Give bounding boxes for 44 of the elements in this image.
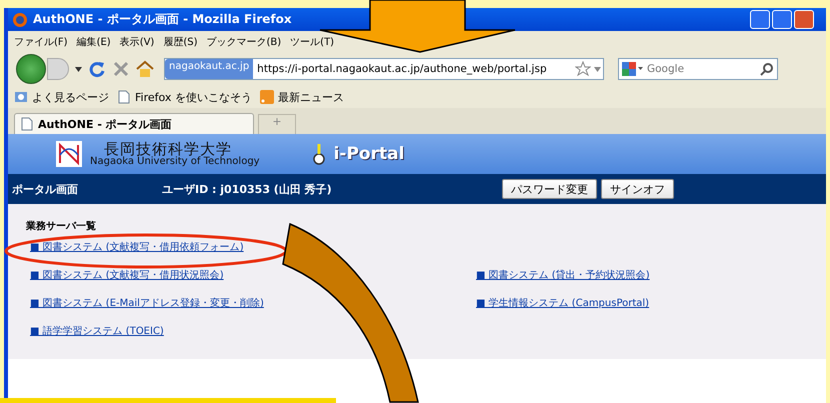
menu-item[interactable]: ファイル(F)	[14, 34, 68, 48]
url-text: https://i-portal.nagaokaut.ac.jp/authone_web/portal.jsp	[256, 63, 548, 75]
key-icon	[312, 142, 326, 166]
university-name-english: Nagaoka University of Technology	[90, 156, 260, 166]
sign-off-button[interactable]: サインオフ	[601, 179, 674, 199]
reload-icon[interactable]	[88, 60, 106, 78]
university-name: 長岡技術科学大学	[104, 142, 232, 156]
bookmark-item[interactable]: 最新ニュース	[260, 90, 344, 104]
page-icon	[117, 90, 131, 104]
back-button[interactable]	[16, 54, 46, 84]
browser-tab[interactable]: AuthONE - ポータル画面	[14, 113, 254, 134]
bookmark-item[interactable]: よく見るページ	[14, 90, 109, 104]
menu-item[interactable]: ツール(T)	[290, 34, 334, 48]
close-button[interactable]	[794, 10, 814, 29]
star-icon[interactable]	[575, 61, 591, 77]
menu-item[interactable]: 編集(E)	[76, 34, 111, 48]
system-link[interactable]: ■ 図書システム (文献複写・借用状況照会)	[30, 270, 224, 281]
page-icon	[21, 117, 33, 131]
section-heading: 業務サーバ一覧	[26, 220, 97, 233]
window-title: AuthONE - ポータル画面 - Mozilla Firefox	[33, 11, 293, 28]
menu-item[interactable]: 履歴(S)	[163, 34, 198, 48]
system-link[interactable]: ■ 図書システム (文献複写・借用依頼フォーム)	[30, 242, 244, 253]
home-icon[interactable]	[136, 60, 154, 78]
user-id-text: ユーザID : j010353 (山田 秀子)	[162, 182, 333, 196]
search-engine-icon[interactable]	[621, 61, 643, 77]
firefox-icon	[12, 12, 28, 28]
menu-item[interactable]: 表示(V)	[120, 34, 154, 48]
system-link[interactable]: ■ 図書システム (E-Mailアドレス登録・変更・削除)	[30, 298, 264, 309]
portal-title: i-Portal	[334, 144, 404, 164]
dropdown-arrow-icon[interactable]	[75, 66, 82, 72]
address-bar[interactable]: nagaokaut.ac.jp https://i-portal.nagaokaut.ac.jp/authone_web/portal.jsp	[164, 58, 604, 80]
stop-icon[interactable]	[112, 60, 130, 78]
search-field[interactable]: Google	[618, 58, 778, 80]
system-link[interactable]: ■ 学生情報システム (CampusPortal)	[476, 298, 650, 309]
university-logo-icon	[56, 141, 82, 167]
page-title: ポータル画面	[12, 182, 79, 196]
feed-icon	[260, 90, 274, 104]
menu-item[interactable]: ブックマーク(B)	[206, 34, 282, 48]
change-password-button[interactable]: パスワード変更	[502, 179, 597, 199]
system-link[interactable]: ■ 語学学習システム (TOEIC)	[30, 326, 164, 337]
system-link[interactable]: ■ 図書システム (貸出・予約状況照会)	[476, 270, 650, 281]
maximize-button[interactable]	[772, 10, 792, 29]
minimize-button[interactable]	[750, 10, 770, 29]
bookmark-item[interactable]: Firefox を使いこなそう	[117, 90, 252, 104]
